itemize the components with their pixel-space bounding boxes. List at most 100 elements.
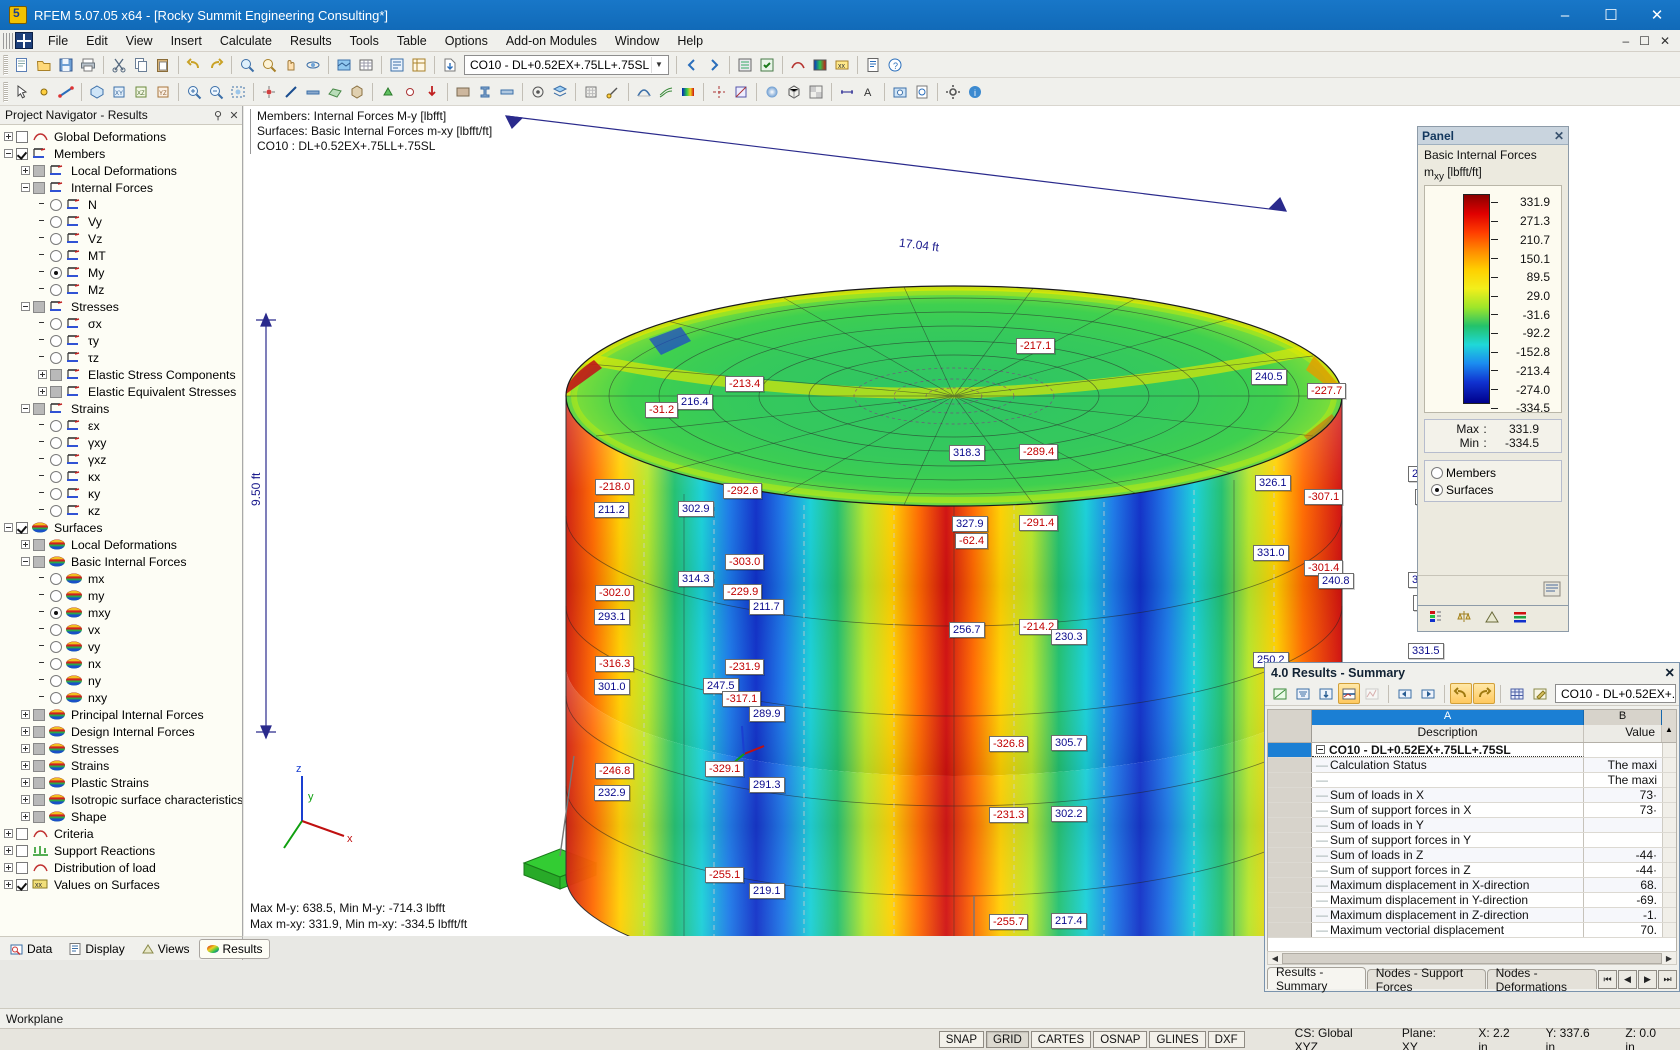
printout-report-icon[interactable] — [862, 54, 884, 75]
surfaces-radio-button[interactable] — [1431, 483, 1443, 496]
tab-prev-button[interactable]: ◀ — [1618, 970, 1637, 989]
factors-icon[interactable] — [1456, 609, 1472, 628]
tree-item-x[interactable]: κx — [0, 468, 242, 485]
print-icon[interactable] — [77, 54, 99, 75]
tree-item-principal-internal-forces[interactable]: Principal Internal Forces — [0, 706, 242, 723]
tree-radio-button[interactable] — [50, 351, 62, 364]
row-scrollbar-gutter[interactable] — [1662, 878, 1676, 892]
expand-plus-icon[interactable] — [21, 710, 30, 719]
expand-plus-icon[interactable] — [4, 880, 13, 889]
tree-radio-button[interactable] — [50, 589, 62, 602]
help-icon[interactable]: ? — [884, 54, 906, 75]
tree-item-surfaces[interactable]: Surfaces — [0, 519, 242, 536]
tree-item-ny[interactable]: ny — [0, 672, 242, 689]
grid-toggle-icon[interactable] — [580, 81, 602, 102]
tab-last-button[interactable]: ⏭ — [1658, 970, 1677, 989]
expand-plus-icon[interactable] — [21, 761, 30, 770]
tree-item-criteria[interactable]: Criteria — [0, 825, 242, 842]
transparency-icon[interactable] — [805, 81, 827, 102]
nav-tab-display[interactable]: Display — [61, 939, 131, 959]
tree-checkbox-indeterminate[interactable] — [33, 555, 45, 568]
tree-item-x[interactable]: σx — [0, 315, 242, 332]
table-row[interactable]: — Maximum displacement in X-direction 68. — [1268, 878, 1676, 893]
zoom-all-icon[interactable] — [258, 54, 280, 75]
expand-plus-icon[interactable] — [21, 727, 30, 736]
filter-icon[interactable] — [1512, 609, 1528, 628]
row-number-cell[interactable] — [1268, 743, 1312, 757]
select-objects-icon[interactable] — [11, 81, 33, 102]
isolines-icon[interactable] — [655, 81, 677, 102]
tree-item-stresses[interactable]: Stresses — [0, 740, 242, 757]
row-number-cell[interactable] — [1268, 923, 1312, 937]
table-export-icon[interactable] — [1269, 683, 1291, 704]
menu-drag-grip[interactable] — [3, 32, 13, 49]
table-redo-icon[interactable] — [1473, 683, 1495, 704]
tab-next-button[interactable]: ▶ — [1638, 970, 1657, 989]
row-number-cell[interactable] — [1268, 818, 1312, 832]
calculate-all-icon[interactable] — [756, 54, 778, 75]
tree-checkbox[interactable] — [16, 130, 28, 143]
tree-radio-button[interactable] — [50, 640, 62, 653]
save-icon[interactable] — [55, 54, 77, 75]
row-number-cell[interactable] — [1268, 758, 1312, 772]
expand-plus-icon[interactable] — [21, 778, 30, 787]
expand-plus-icon[interactable] — [4, 829, 13, 838]
collapse-minus-icon[interactable] — [4, 523, 13, 532]
new-file-icon[interactable] — [11, 54, 33, 75]
tree-radio-button[interactable] — [50, 470, 62, 483]
tree-checkbox-indeterminate[interactable] — [33, 742, 45, 755]
status-chip-snap[interactable]: SNAP — [938, 1031, 985, 1048]
section-icon[interactable] — [708, 81, 730, 102]
toolbar-grip-2[interactable] — [3, 81, 8, 102]
member-create-icon[interactable] — [302, 81, 324, 102]
table-row[interactable]: — Sum of loads in Y — [1268, 818, 1676, 833]
row-number-cell[interactable] — [1268, 788, 1312, 802]
row-scrollbar-gutter[interactable] — [1662, 773, 1676, 787]
table-row[interactable]: — Maximum displacement in Y-direction -69. — [1268, 893, 1676, 908]
toolbar-grip-1[interactable] — [3, 54, 8, 75]
tree-checkbox-indeterminate[interactable] — [33, 759, 45, 772]
tree-item-global-deformations[interactable]: Global Deformations — [0, 128, 242, 145]
select-line-icon[interactable] — [55, 81, 77, 102]
select-node-icon[interactable] — [33, 81, 55, 102]
row-scrollbar-gutter[interactable] — [1662, 818, 1676, 832]
load-create-icon[interactable] — [421, 81, 443, 102]
nav-tab-data[interactable]: Data — [3, 939, 59, 959]
tree-radio-button[interactable] — [50, 283, 62, 296]
tree-item-mz[interactable]: Mz — [0, 281, 242, 298]
zoom-fit-icon[interactable] — [227, 81, 249, 102]
view-iso-icon[interactable] — [86, 81, 108, 102]
tab-results-summary[interactable]: Results - Summary — [1267, 965, 1366, 993]
view-icon[interactable] — [1484, 609, 1500, 628]
photo-render-icon[interactable] — [889, 81, 911, 102]
view-xz-icon[interactable]: XZ — [130, 81, 152, 102]
tree-item-values-on-surfaces[interactable]: xx Values on Surfaces — [0, 876, 242, 893]
tree-item-my[interactable]: My — [0, 264, 242, 281]
table-row[interactable]: — Calculation Status The maxi — [1268, 758, 1676, 773]
table-row[interactable]: — Maximum displacement in Z-direction -1. — [1268, 908, 1676, 923]
table-row[interactable]: — Sum of loads in X 73· — [1268, 788, 1676, 803]
tree-item-shape[interactable]: Shape — [0, 808, 242, 825]
table-grid-icon[interactable] — [1506, 683, 1528, 704]
tree-item-nx[interactable]: nx — [0, 655, 242, 672]
cut-icon[interactable] — [108, 54, 130, 75]
column-header-a[interactable]: A — [1312, 710, 1584, 725]
tree-checkbox-indeterminate[interactable] — [33, 164, 45, 177]
minimize-button[interactable]: – — [1542, 0, 1588, 30]
tree-item-elastic-stress-components[interactable]: Elastic Stress Components — [0, 366, 242, 383]
row-number-cell[interactable] — [1268, 893, 1312, 907]
tree-checkbox-indeterminate[interactable] — [33, 300, 45, 313]
results-contour-icon[interactable] — [809, 54, 831, 75]
mdi-minimize-button[interactable]: – — [1618, 34, 1633, 48]
tree-checkbox[interactable] — [16, 844, 28, 857]
support-create-icon[interactable] — [377, 81, 399, 102]
tree-item-strains[interactable]: Strains — [0, 757, 242, 774]
tree-item-members[interactable]: Members — [0, 145, 242, 162]
tree-item-vz[interactable]: Vz — [0, 230, 242, 247]
tree-item-design-internal-forces[interactable]: Design Internal Forces — [0, 723, 242, 740]
tree-radio-button[interactable] — [50, 572, 62, 585]
tab-nodes-deformations[interactable]: Nodes - Deformations — [1486, 966, 1597, 994]
collapse-minus-icon[interactable] — [21, 302, 30, 311]
expand-plus-icon[interactable] — [4, 132, 13, 141]
collapse-minus-icon[interactable] — [21, 557, 30, 566]
